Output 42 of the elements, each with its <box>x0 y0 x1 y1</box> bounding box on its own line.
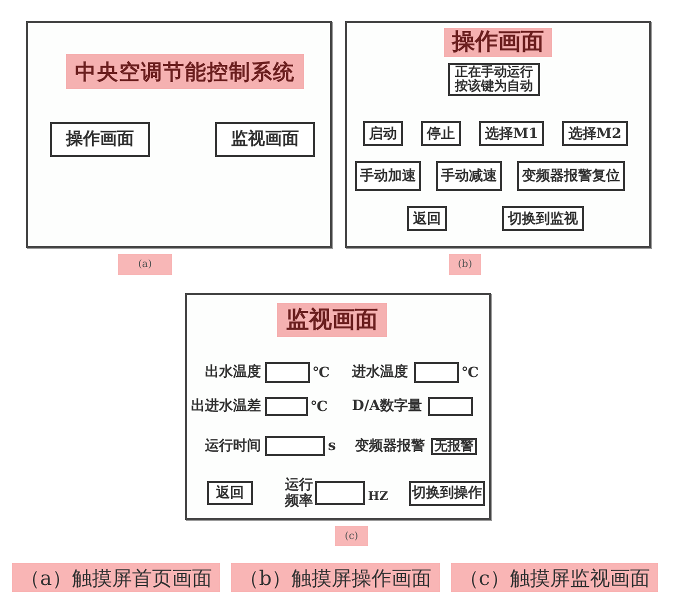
figure-caption: （a）触摸屏首页画面 <box>12 563 220 592</box>
unit-label: s <box>328 439 336 453</box>
value-display-field <box>315 481 365 505</box>
field-label: 运行时间 <box>204 436 261 456</box>
figure-caption: （c）触摸屏监视画面 <box>450 563 658 592</box>
unit-label: ℃ <box>311 400 328 414</box>
unit-label: HZ <box>368 490 388 502</box>
screen-button[interactable]: 监视画面 <box>215 122 315 157</box>
field-label: D/A数字量 <box>352 396 422 416</box>
screen-button[interactable]: 启动 <box>363 121 403 146</box>
value-display-field <box>414 362 459 383</box>
screen-title: 监视画面 <box>277 303 387 337</box>
screen-button[interactable]: 返回 <box>207 481 253 505</box>
value-display-field <box>265 436 325 456</box>
screen-button[interactable]: 切换到操作 <box>409 480 486 506</box>
field-label: 变频器报警 <box>355 436 425 456</box>
screen-button[interactable]: 停止 <box>421 121 461 146</box>
figure-caption: （b）触摸屏操作画面 <box>230 563 440 592</box>
panel-label: (a) <box>118 254 172 275</box>
value-display-field <box>428 397 474 416</box>
screen-button[interactable]: 选择M2 <box>562 121 628 146</box>
screen-title: 操作画面 <box>444 28 552 57</box>
unit-label: ℃ <box>462 366 479 380</box>
screen-button[interactable]: 手动加速 <box>355 161 421 191</box>
field-label: 进水温度 <box>352 362 408 382</box>
alarm-status-display: 无报警 <box>431 438 477 454</box>
unit-label: ℃ <box>313 366 330 380</box>
value-display-field <box>265 362 310 383</box>
screen-button[interactable]: 返回 <box>407 206 447 231</box>
field-label: 出水温度 <box>204 362 261 382</box>
panel-label: (c) <box>335 526 368 546</box>
mode-toggle-button[interactable]: 正在手动运行按该键为自动 <box>448 63 540 96</box>
panel-label: (b) <box>449 254 481 275</box>
value-display-field <box>265 397 308 416</box>
field-label: 运行频率 <box>285 477 313 509</box>
field-label: 出进水温差 <box>190 397 261 416</box>
screen-button[interactable]: 手动减速 <box>436 161 502 191</box>
screen-button[interactable]: 变频器报警复位 <box>517 161 625 191</box>
screen-title: 中央空调节能控制系统 <box>66 54 304 89</box>
screen-button[interactable]: 选择M1 <box>479 121 544 146</box>
screen-button[interactable]: 切换到监视 <box>502 206 584 231</box>
screen-button[interactable]: 操作画面 <box>50 122 150 157</box>
